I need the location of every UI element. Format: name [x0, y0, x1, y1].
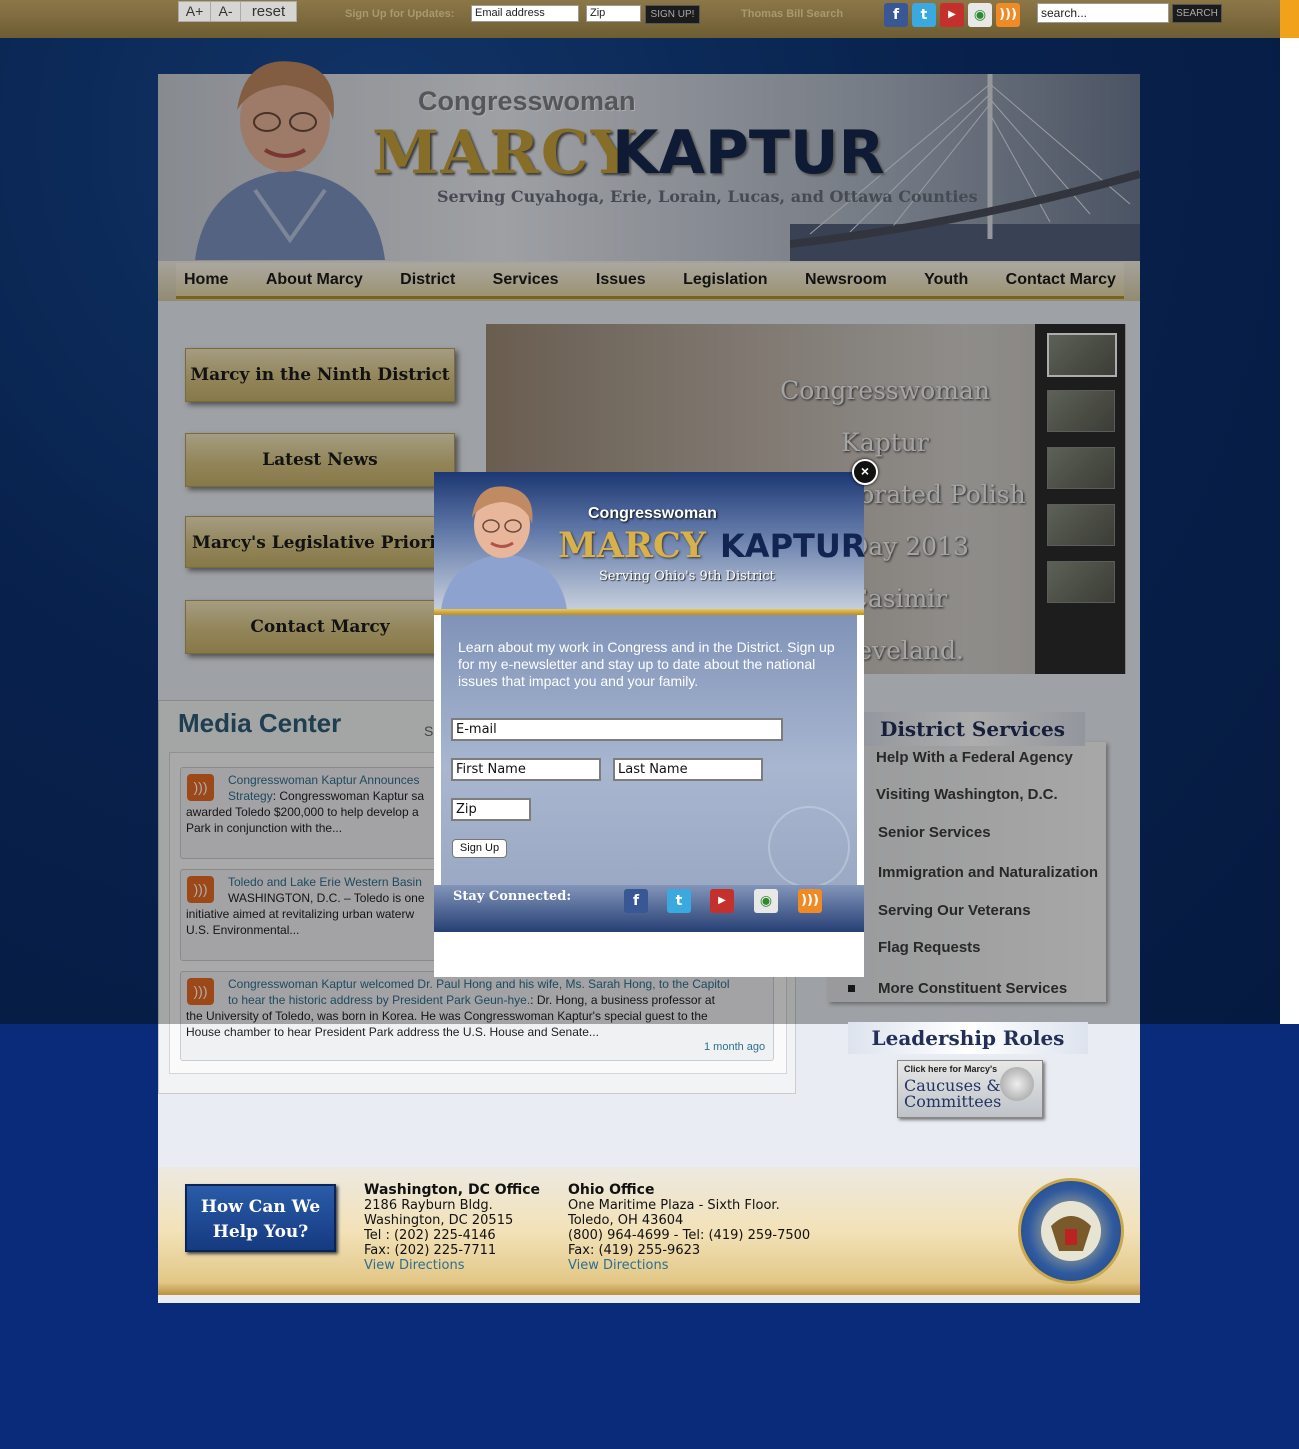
modal-email-field[interactable]: E-mail — [451, 718, 783, 741]
modal-intro: Learn about my work in Congress and in t… — [458, 639, 835, 689]
media-item-body-line: House chamber to hear President Park add… — [186, 1025, 599, 1039]
flickr-icon[interactable]: ◉ — [754, 889, 778, 913]
dc-office-title: Washington, DC Office — [364, 1182, 541, 1198]
media-item-age: 1 month ago — [704, 1041, 766, 1053]
dc-directions-link[interactable]: View Directions — [364, 1258, 540, 1273]
ohio-office-title: Ohio Office — [568, 1182, 655, 1198]
modal-last-name-field[interactable]: Last Name — [613, 758, 763, 781]
ohio-directions-link[interactable]: View Directions — [568, 1258, 810, 1273]
page-right-gap — [1280, 38, 1299, 1024]
ohio-fax: Fax: (419) 255-9623 — [568, 1243, 701, 1258]
font-smaller-button[interactable]: A- — [210, 1, 241, 22]
bill-search-link[interactable]: Thomas Bill Search — [741, 8, 843, 20]
help-line: Help You? — [212, 1222, 309, 1242]
modal-portrait — [441, 486, 567, 610]
top-signup-button[interactable]: SIGN UP! — [645, 5, 700, 24]
house-seal-icon — [1000, 1067, 1034, 1101]
dc-address-line: 2186 Rayburn Bldg. — [364, 1198, 493, 1213]
dc-phone: Tel : (202) 225-4146 — [364, 1228, 496, 1243]
ohio-phone: (800) 964-4699 - Tel: (419) 259-7500 — [568, 1228, 811, 1243]
top-zip-input[interactable]: Zip — [586, 5, 641, 22]
search-button[interactable]: SEARCH — [1172, 4, 1222, 23]
dc-fax: Fax: (202) 225-7711 — [364, 1243, 497, 1258]
how-can-we-help-button[interactable]: How Can We Help You? — [185, 1184, 336, 1252]
modal-last-name: KAPTUR — [720, 527, 866, 565]
ohio-office: Ohio Office One Maritime Plaza - Sixth F… — [568, 1182, 811, 1274]
close-icon[interactable]: × — [852, 459, 878, 485]
caucuses-committees-button[interactable]: Click here for Marcy's Caucuses & Commit… — [897, 1060, 1043, 1118]
twitter-icon[interactable]: t — [912, 3, 936, 27]
facebook-icon[interactable]: f — [884, 3, 908, 27]
modal-first-name: MARCY — [558, 525, 706, 566]
rss-icon[interactable]: ))) — [798, 889, 822, 913]
facebook-icon[interactable]: f — [624, 889, 648, 913]
modal-zip-field[interactable]: Zip — [451, 798, 531, 821]
watermark-seal-icon — [768, 806, 850, 888]
modal-congresswoman: Congresswoman — [588, 505, 717, 522]
twitter-icon[interactable]: t — [667, 889, 691, 913]
search-input[interactable]: search... — [1037, 3, 1169, 23]
ohio-address-line: One Maritime Plaza - Sixth Floor. — [568, 1198, 780, 1213]
help-line: How Can We — [200, 1197, 321, 1217]
signup-label: Sign Up for Updates: — [345, 8, 455, 20]
house-seal-icon — [1018, 1178, 1124, 1284]
caucus-small-label: Click here for Marcy's — [904, 1064, 998, 1074]
modal-serving: Serving Ohio's 9th District — [599, 569, 775, 584]
stay-connected-label: Stay Connected: — [453, 889, 572, 904]
leadership-title: Leadership Roles — [848, 1022, 1088, 1054]
ohio-address-line: Toledo, OH 43604 — [568, 1213, 684, 1228]
modal-signup-button[interactable]: Sign Up — [452, 839, 507, 858]
caucus-label: Caucuses & Committees — [904, 1078, 1001, 1110]
flickr-icon[interactable]: ◉ — [968, 3, 992, 27]
font-larger-button[interactable]: A+ — [178, 1, 211, 22]
top-email-input[interactable]: Email address — [471, 5, 579, 22]
rss-icon[interactable]: ))) — [996, 3, 1020, 27]
modal-first-name-field[interactable]: First Name — [451, 758, 601, 781]
right-edge-strip — [1280, 0, 1299, 38]
youtube-icon[interactable]: ▶ — [940, 3, 964, 27]
youtube-icon[interactable]: ▶ — [710, 889, 734, 913]
caucus-line: Committees — [904, 1092, 1002, 1111]
dc-office: Washington, DC Office 2186 Rayburn Bldg.… — [364, 1182, 541, 1274]
dc-address-line: Washington, DC 20515 — [364, 1213, 514, 1228]
font-reset-button[interactable]: reset — [240, 1, 297, 22]
